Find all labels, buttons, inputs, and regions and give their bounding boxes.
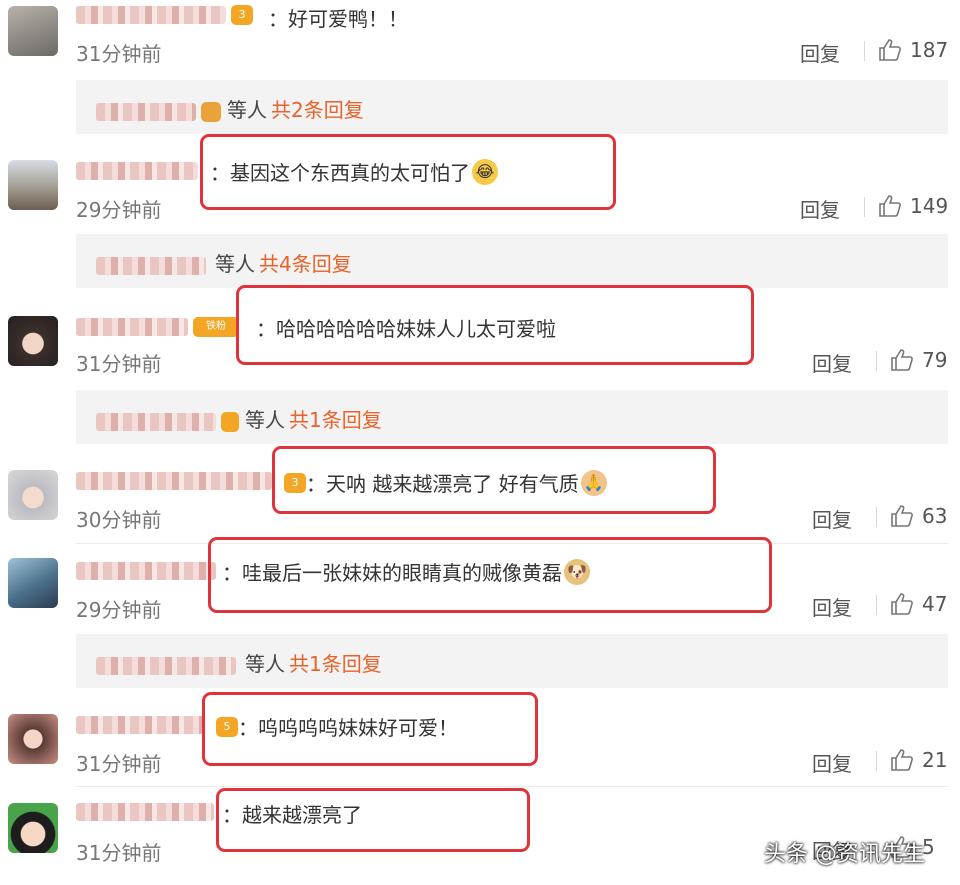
like-button[interactable]: 21	[890, 748, 947, 772]
username[interactable]	[76, 714, 207, 740]
like-button[interactable]: 47	[890, 592, 947, 616]
like-count: 149	[910, 194, 949, 218]
comment-time: 31分钟前	[76, 752, 162, 776]
avatar[interactable]	[8, 316, 58, 366]
like-button[interactable]: 187	[878, 38, 948, 62]
highlight-box	[200, 134, 616, 210]
like-count: 63	[922, 504, 948, 528]
reply-button[interactable]: 回复	[800, 38, 840, 67]
thumbs-up-icon	[891, 593, 913, 615]
highlight-box	[208, 537, 772, 613]
like-button[interactable]: 149	[878, 194, 948, 218]
comment-time: 29分钟前	[76, 198, 162, 222]
comment-time: 31分钟前	[76, 42, 162, 66]
username[interactable]: 3	[76, 4, 253, 30]
username[interactable]	[76, 801, 217, 827]
reply-users: 等人	[215, 252, 255, 276]
reply-count[interactable]: 共2条回复	[271, 98, 364, 122]
avatar[interactable]	[8, 803, 58, 853]
reply-count[interactable]: 共4条回复	[259, 252, 352, 276]
like-count: 187	[910, 38, 949, 62]
watermark: 头条 @资讯先生	[764, 842, 925, 867]
thumbs-up-icon	[879, 39, 901, 61]
username[interactable]: 铁粉	[76, 316, 239, 342]
iron-fan-badge: 铁粉	[193, 316, 239, 337]
reply-users: 等人	[245, 652, 285, 676]
avatar[interactable]	[8, 714, 58, 764]
reply-button[interactable]: 回复	[812, 348, 852, 377]
username[interactable]	[76, 160, 201, 186]
reply-button[interactable]: 回复	[800, 194, 840, 223]
thumbs-up-icon	[891, 505, 913, 527]
reply-thread[interactable]: 等人 共1条回复	[76, 390, 948, 444]
highlight-box	[236, 285, 754, 365]
like-count: 79	[922, 348, 948, 372]
comment-time: 29分钟前	[76, 598, 162, 622]
username[interactable]	[76, 560, 219, 586]
comment-item: 3 ：好可爱鸭！！ 31分钟前 回复 187	[0, 0, 960, 80]
highlight-box	[216, 788, 530, 852]
divider	[864, 41, 865, 61]
thumbs-up-icon	[891, 749, 913, 771]
fan-badge: 3	[231, 4, 253, 25]
reply-users: 等人	[227, 98, 267, 122]
reply-count[interactable]: 共1条回复	[289, 408, 382, 432]
thumbs-up-icon	[879, 195, 901, 217]
reply-count[interactable]: 共1条回复	[289, 652, 382, 676]
reply-button[interactable]: 回复	[812, 748, 852, 777]
avatar[interactable]	[8, 160, 58, 210]
separator: ：	[268, 7, 288, 31]
reply-users: 等人	[245, 408, 285, 432]
comment-time: 31分钟前	[76, 841, 162, 865]
like-count: 21	[922, 748, 948, 772]
reply-thread[interactable]: 等人 共2条回复	[76, 80, 948, 134]
highlight-box	[272, 446, 716, 514]
avatar[interactable]	[8, 6, 58, 56]
like-count: 47	[922, 592, 948, 616]
username[interactable]	[76, 470, 275, 496]
highlight-box	[202, 692, 538, 766]
reply-thread[interactable]: 等人 共1条回复	[76, 634, 948, 688]
comment-time: 31分钟前	[76, 352, 162, 376]
reply-button[interactable]: 回复	[812, 592, 852, 621]
reply-button[interactable]: 回复	[812, 504, 852, 533]
comment-time: 30分钟前	[76, 508, 162, 532]
like-button[interactable]: 63	[890, 504, 947, 528]
reply-thread[interactable]: 等人 共4条回复	[76, 234, 948, 288]
comment-text: 好可爱鸭！！	[288, 7, 408, 31]
thumbs-up-icon	[891, 349, 913, 371]
avatar[interactable]	[8, 470, 58, 520]
avatar[interactable]	[8, 558, 58, 608]
like-button[interactable]: 79	[890, 348, 947, 372]
